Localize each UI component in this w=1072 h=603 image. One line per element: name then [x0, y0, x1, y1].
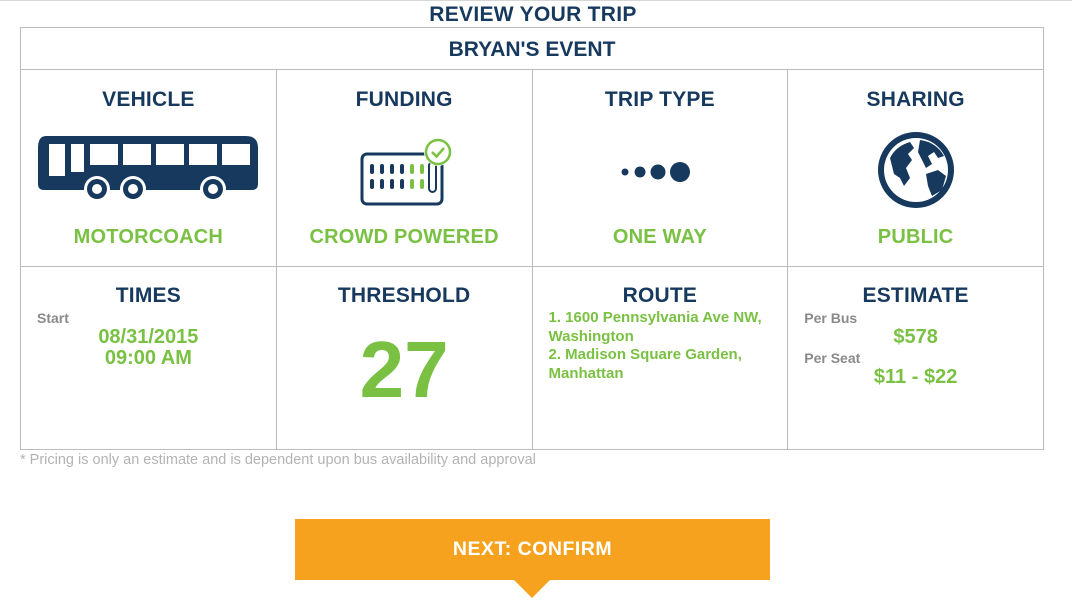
details-row: TIMES Start 08/31/2015 09:00 AM THRESHOL…	[21, 267, 1043, 449]
vehicle-value: MOTORCOACH	[73, 226, 224, 248]
trip-type-heading: TRIP TYPE	[604, 88, 715, 111]
route-stop-list: 1. 1600 Pennsylvania Ave NW, Washington …	[549, 309, 779, 383]
vehicle-heading: VEHICLE	[102, 88, 195, 111]
start-date: 08/31/2015	[98, 326, 199, 348]
per-bus-value: $578	[893, 326, 938, 348]
route-cell: ROUTE 1. 1600 Pennsylvania Ave NW, Washi…	[533, 267, 789, 449]
pricing-footnote: * Pricing is only an estimate and is dep…	[20, 452, 536, 468]
one-way-dots-icon	[621, 162, 690, 182]
threshold-cell: THRESHOLD 27	[277, 267, 533, 449]
vehicle-cell: VEHICLE MOTORCOACH	[21, 70, 277, 266]
funding-heading: FUNDING	[355, 88, 453, 111]
times-cell: TIMES Start 08/31/2015 09:00 AM	[21, 267, 277, 449]
trip-type-cell: TRIP TYPE ONE WAY	[533, 70, 789, 266]
crowd-funding-icon	[360, 138, 453, 206]
threshold-heading: THRESHOLD	[337, 284, 471, 307]
funding-cell: FUNDING CROWD POWERED	[277, 70, 533, 266]
sharing-heading: SHARING	[866, 88, 965, 111]
route-stop: 1. 1600 Pennsylvania Ave NW, Washington	[548, 309, 762, 345]
threshold-value: 27	[359, 325, 449, 414]
next-confirm-button[interactable]: NEXT: CONFIRM	[295, 519, 770, 580]
start-label: Start	[37, 310, 69, 326]
route-heading: ROUTE	[622, 284, 698, 307]
trip-review-panel: BRYAN'S EVENT VEHICLE MOTORCOACH FUNDING…	[20, 27, 1044, 450]
funding-value: CROWD POWERED	[309, 226, 499, 248]
review-trip-page: REVIEW YOUR TRIP BRYAN'S EVENT VEHICLE M…	[0, 0, 1072, 603]
top-divider	[0, 0, 1072, 1]
event-name: BRYAN'S EVENT	[21, 28, 1043, 70]
estimate-heading: ESTIMATE	[862, 284, 969, 307]
trip-type-value: ONE WAY	[612, 226, 707, 248]
sharing-value: PUBLIC	[877, 226, 954, 248]
per-seat-value: $11 - $22	[873, 366, 958, 388]
start-time: 09:00 AM	[104, 347, 192, 369]
summary-row: VEHICLE MOTORCOACH FUNDING CROWD POWERED…	[21, 70, 1043, 267]
sharing-cell: SHARING PUBLIC	[788, 70, 1043, 266]
route-stop: 2. Madison Square Garden, Manhattan	[548, 346, 742, 382]
per-seat-label: Per Seat	[804, 350, 861, 366]
page-title: REVIEW YOUR TRIP	[429, 3, 637, 26]
per-bus-label: Per Bus	[804, 310, 858, 326]
button-arrow-icon	[514, 580, 550, 598]
globe-icon	[877, 132, 954, 208]
bus-icon	[38, 136, 259, 202]
estimate-cell: ESTIMATE Per Bus $578 Per Seat $11 - $22	[788, 267, 1043, 449]
times-heading: TIMES	[115, 284, 181, 307]
